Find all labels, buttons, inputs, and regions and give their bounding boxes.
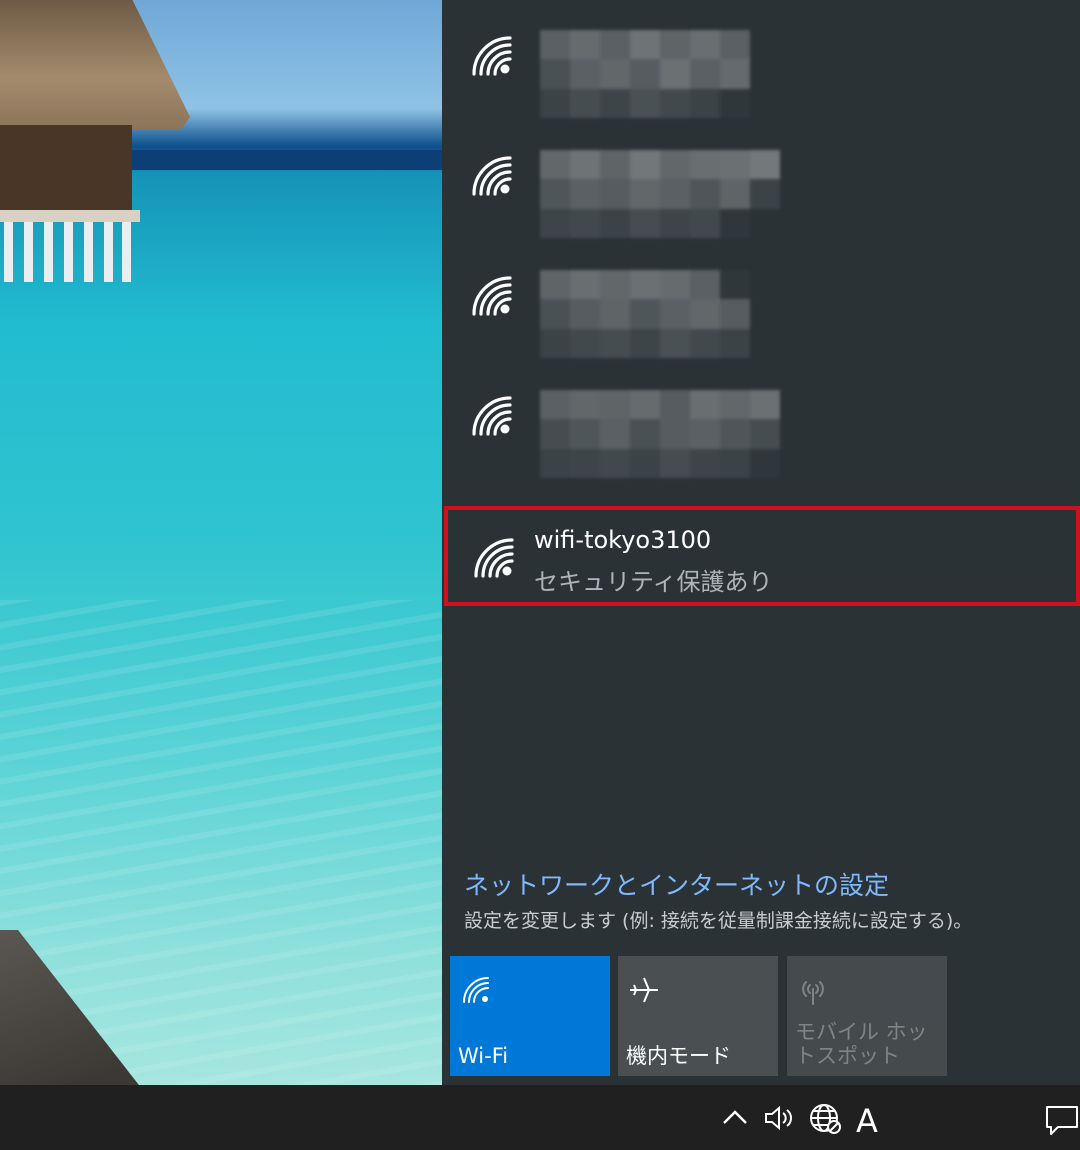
wifi-signal-icon [472, 36, 512, 76]
desktop-wallpaper [0, 0, 442, 1085]
hut-pile [44, 222, 53, 282]
network-item-blurred[interactable] [442, 120, 1080, 238]
hotspot-tile-label: モバイル ホットスポット [795, 1020, 928, 1068]
hut-pile [122, 222, 131, 282]
notification-icon[interactable] [1044, 1103, 1080, 1137]
hut-pile [24, 222, 33, 282]
mobile-hotspot-tile[interactable]: モバイル ホットスポット [787, 956, 947, 1076]
hut-deck [0, 210, 140, 222]
hut-pile [64, 222, 73, 282]
network-item-blurred[interactable] [442, 240, 1080, 358]
network-flyout: wifi-tokyo3100 セキュリティ保護あり ネットワークとインターネット… [442, 0, 1080, 1085]
blurred-network-name [540, 30, 780, 118]
network-security-status: セキュリティ保護あり [534, 568, 773, 596]
hut-roof [0, 0, 190, 130]
airplane-mode-tile[interactable]: 機内モード [618, 956, 778, 1076]
taskbar [0, 1085, 1080, 1150]
network-item-wifi-tokyo3100[interactable]: wifi-tokyo3100 セキュリティ保護あり [444, 506, 1080, 606]
ime-indicator[interactable]: A [856, 1102, 878, 1140]
blurred-network-name [540, 270, 780, 358]
speaker-icon[interactable] [762, 1101, 796, 1135]
network-item-blurred[interactable] [442, 0, 1080, 118]
wifi-tile-label: Wi-Fi [458, 1044, 509, 1068]
network-settings-link[interactable]: ネットワークとインターネットの設定 [464, 866, 889, 902]
network-ssid: wifi-tokyo3100 [534, 526, 712, 554]
hut-wall [0, 125, 132, 220]
network-item-blurred[interactable] [442, 360, 1080, 478]
wifi-signal-icon [474, 538, 514, 578]
hotspot-icon [802, 981, 824, 1005]
hut-pile [4, 222, 13, 282]
network-settings-description: 設定を変更します (例: 接続を従量制課金接続に設定する)。 [464, 910, 973, 932]
hut-pile [84, 222, 93, 282]
airplane-tile-label: 機内モード [626, 1044, 731, 1068]
wifi-signal-icon [472, 396, 512, 436]
hut-pile [104, 222, 113, 282]
blurred-network-name [540, 150, 780, 238]
wifi-signal-icon [472, 156, 512, 196]
blurred-network-name [540, 390, 780, 478]
wifi-icon [463, 977, 489, 1003]
airplane-icon [630, 977, 658, 1003]
chevron-up-icon[interactable] [718, 1101, 752, 1135]
wifi-signal-icon [472, 276, 512, 316]
wifi-toggle-tile[interactable]: Wi-Fi [450, 956, 610, 1076]
globe-icon[interactable] [808, 1101, 842, 1135]
